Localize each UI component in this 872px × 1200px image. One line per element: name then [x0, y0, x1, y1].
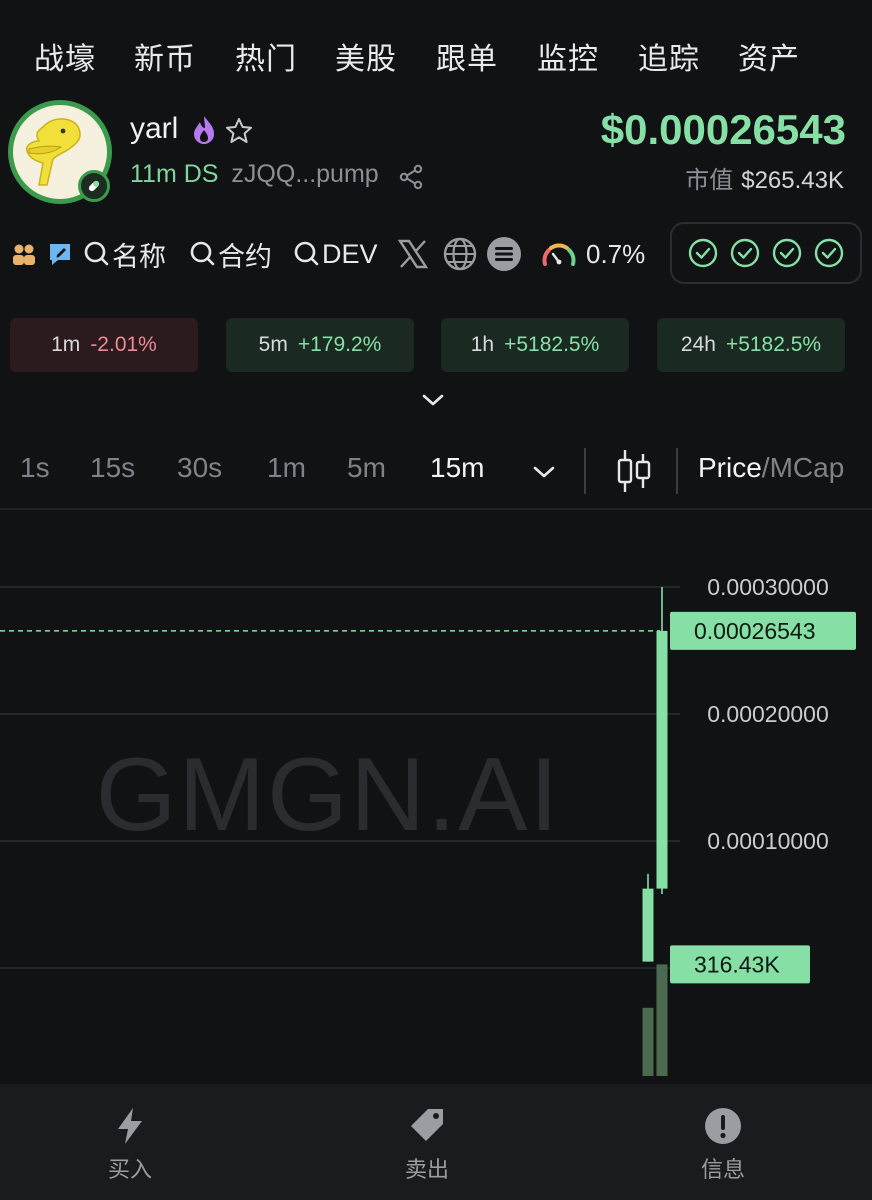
- nav-item-copy-trade[interactable]: 跟单: [436, 34, 498, 78]
- volume-tag: 316.43K: [670, 945, 810, 984]
- timeframe-bar: 1s 15s 30s 1m 5m 15m Price/MCap: [0, 446, 872, 498]
- search-icon: [84, 241, 109, 266]
- nav-item-track[interactable]: 追踪: [638, 34, 700, 78]
- token-name: yarl: [130, 112, 179, 145]
- change-value: +5182.5%: [504, 333, 600, 356]
- nav-item-trenches[interactable]: 战壕: [34, 34, 96, 78]
- volume-label: 316.43K: [694, 951, 780, 977]
- change-chip-5m[interactable]: 5m +179.2%: [226, 318, 414, 372]
- mcap-toggle[interactable]: MCap: [770, 452, 845, 483]
- timeframe-30s[interactable]: 30s: [177, 452, 222, 484]
- change-timeframe: 1m: [51, 333, 81, 356]
- check-circle-icon: [772, 238, 802, 268]
- pump-badge-icon: [78, 170, 110, 202]
- flame-icon: [194, 116, 214, 144]
- chevron-down-icon[interactable]: [530, 460, 558, 484]
- solscan-icon[interactable]: [486, 236, 522, 272]
- change-value: -2.01%: [90, 333, 157, 356]
- price-mcap-toggle[interactable]: Price/MCap: [698, 452, 844, 484]
- candlestick-type-icon[interactable]: [614, 448, 654, 494]
- candle-body: [656, 630, 668, 889]
- token-meta: 11m DS zJQQ...pump: [130, 160, 379, 189]
- risk-gauge[interactable]: 0.7%: [540, 236, 645, 272]
- gauge-value: 0.7%: [586, 238, 646, 269]
- toggle-separator: /: [761, 452, 770, 483]
- check-circle-icon: [730, 238, 760, 268]
- top-nav: 战壕 新币 热门 美股 跟单 监控 追踪 资产: [0, 34, 872, 84]
- nav-item-us-stocks[interactable]: 美股: [335, 34, 397, 78]
- website-globe-icon[interactable]: [442, 236, 478, 272]
- volume-bar: [656, 964, 668, 1076]
- check-circle-icon: [688, 238, 718, 268]
- chart-watermark: GMGN.AI: [96, 737, 561, 853]
- change-timeframe: 5m: [258, 333, 288, 356]
- chart-canvas[interactable]: GMGN.AI 0.00030000 0.00020000 0.00010000 0…: [0, 510, 872, 1086]
- market-cap-label: 市值: [685, 167, 734, 194]
- change-chip-1m[interactable]: 1m -2.01%: [10, 318, 198, 372]
- price-chart[interactable]: GMGN.AI 0.00030000 0.00020000 0.00010000 0…: [0, 508, 872, 1084]
- change-chip-24h[interactable]: 24h +5182.5%: [657, 318, 845, 372]
- nav-item-monitor[interactable]: 监控: [537, 34, 599, 78]
- divider: [676, 448, 678, 494]
- tag-icon: [411, 1109, 443, 1141]
- share-icon[interactable]: [398, 164, 424, 190]
- nav-item-assets[interactable]: 资产: [738, 34, 800, 78]
- token-price: $0.00026543: [600, 106, 846, 153]
- y-tick-label: 0.00010000: [707, 828, 829, 854]
- lightning-icon: [118, 1108, 142, 1144]
- dex-screener-tag[interactable]: DS: [184, 160, 219, 188]
- market-cap: 市值 $265.43K: [685, 160, 844, 195]
- timeframe-15s[interactable]: 15s: [90, 452, 135, 484]
- change-chip-1h[interactable]: 1h +5182.5%: [441, 318, 629, 372]
- y-tick-label: 0.00020000: [707, 701, 829, 727]
- buy-button[interactable]: 买入: [70, 1106, 190, 1184]
- favorite-star-icon[interactable]: [224, 116, 254, 146]
- divider: [584, 448, 586, 494]
- sell-label: 卖出: [404, 1158, 449, 1183]
- chevron-down-icon[interactable]: [420, 390, 446, 410]
- buy-label: 买入: [107, 1158, 152, 1183]
- volume-bar: [642, 1007, 654, 1076]
- timeframe-1s[interactable]: 1s: [20, 452, 50, 484]
- safety-checks[interactable]: [670, 222, 862, 284]
- search-name-button[interactable]: 名称: [82, 236, 166, 273]
- gauge-icon: [542, 243, 576, 266]
- candle-body: [642, 888, 654, 962]
- search-icon: [294, 241, 319, 266]
- info-icon: [705, 1108, 741, 1144]
- current-price-label: 0.00026543: [694, 618, 816, 644]
- x-twitter-icon[interactable]: [396, 236, 430, 272]
- change-value: +5182.5%: [725, 333, 822, 356]
- search-dev-label: DEV: [322, 238, 378, 269]
- change-timeframe: 24h: [680, 333, 716, 356]
- sell-button[interactable]: 卖出: [367, 1106, 487, 1184]
- holders-icon[interactable]: [10, 236, 38, 272]
- nav-item-trending[interactable]: 热门: [235, 34, 297, 78]
- info-label: 信息: [700, 1158, 745, 1183]
- info-button[interactable]: 信息: [663, 1106, 783, 1184]
- search-icon: [190, 241, 215, 266]
- change-value: +179.2%: [297, 333, 382, 356]
- timeframe-5m[interactable]: 5m: [347, 452, 386, 484]
- candles: [642, 587, 668, 962]
- search-dev-button[interactable]: DEV: [292, 236, 378, 272]
- y-tick-label: 0.00030000: [707, 574, 829, 600]
- timeframe-1m[interactable]: 1m: [267, 452, 306, 484]
- search-contract-label: 合约: [218, 241, 272, 273]
- market-cap-value: $265.43K: [741, 167, 844, 194]
- price-toggle[interactable]: Price: [698, 452, 762, 483]
- token-age: 11m: [130, 160, 177, 188]
- bottom-action-bar: 买入 卖出 信息: [0, 1084, 872, 1200]
- nav-item-new-coins[interactable]: 新币: [134, 34, 196, 78]
- change-timeframe: 1h: [470, 333, 495, 356]
- current-price-tag: 0.00026543: [670, 611, 856, 650]
- contract-address[interactable]: zJQQ...pump: [231, 160, 378, 188]
- edit-info-icon[interactable]: [46, 236, 74, 272]
- search-name-label: 名称: [112, 241, 166, 273]
- check-circle-icon: [814, 238, 844, 268]
- timeframe-15m[interactable]: 15m: [430, 452, 484, 484]
- search-contract-button[interactable]: 合约: [188, 236, 272, 273]
- volume-bars: [642, 964, 668, 1076]
